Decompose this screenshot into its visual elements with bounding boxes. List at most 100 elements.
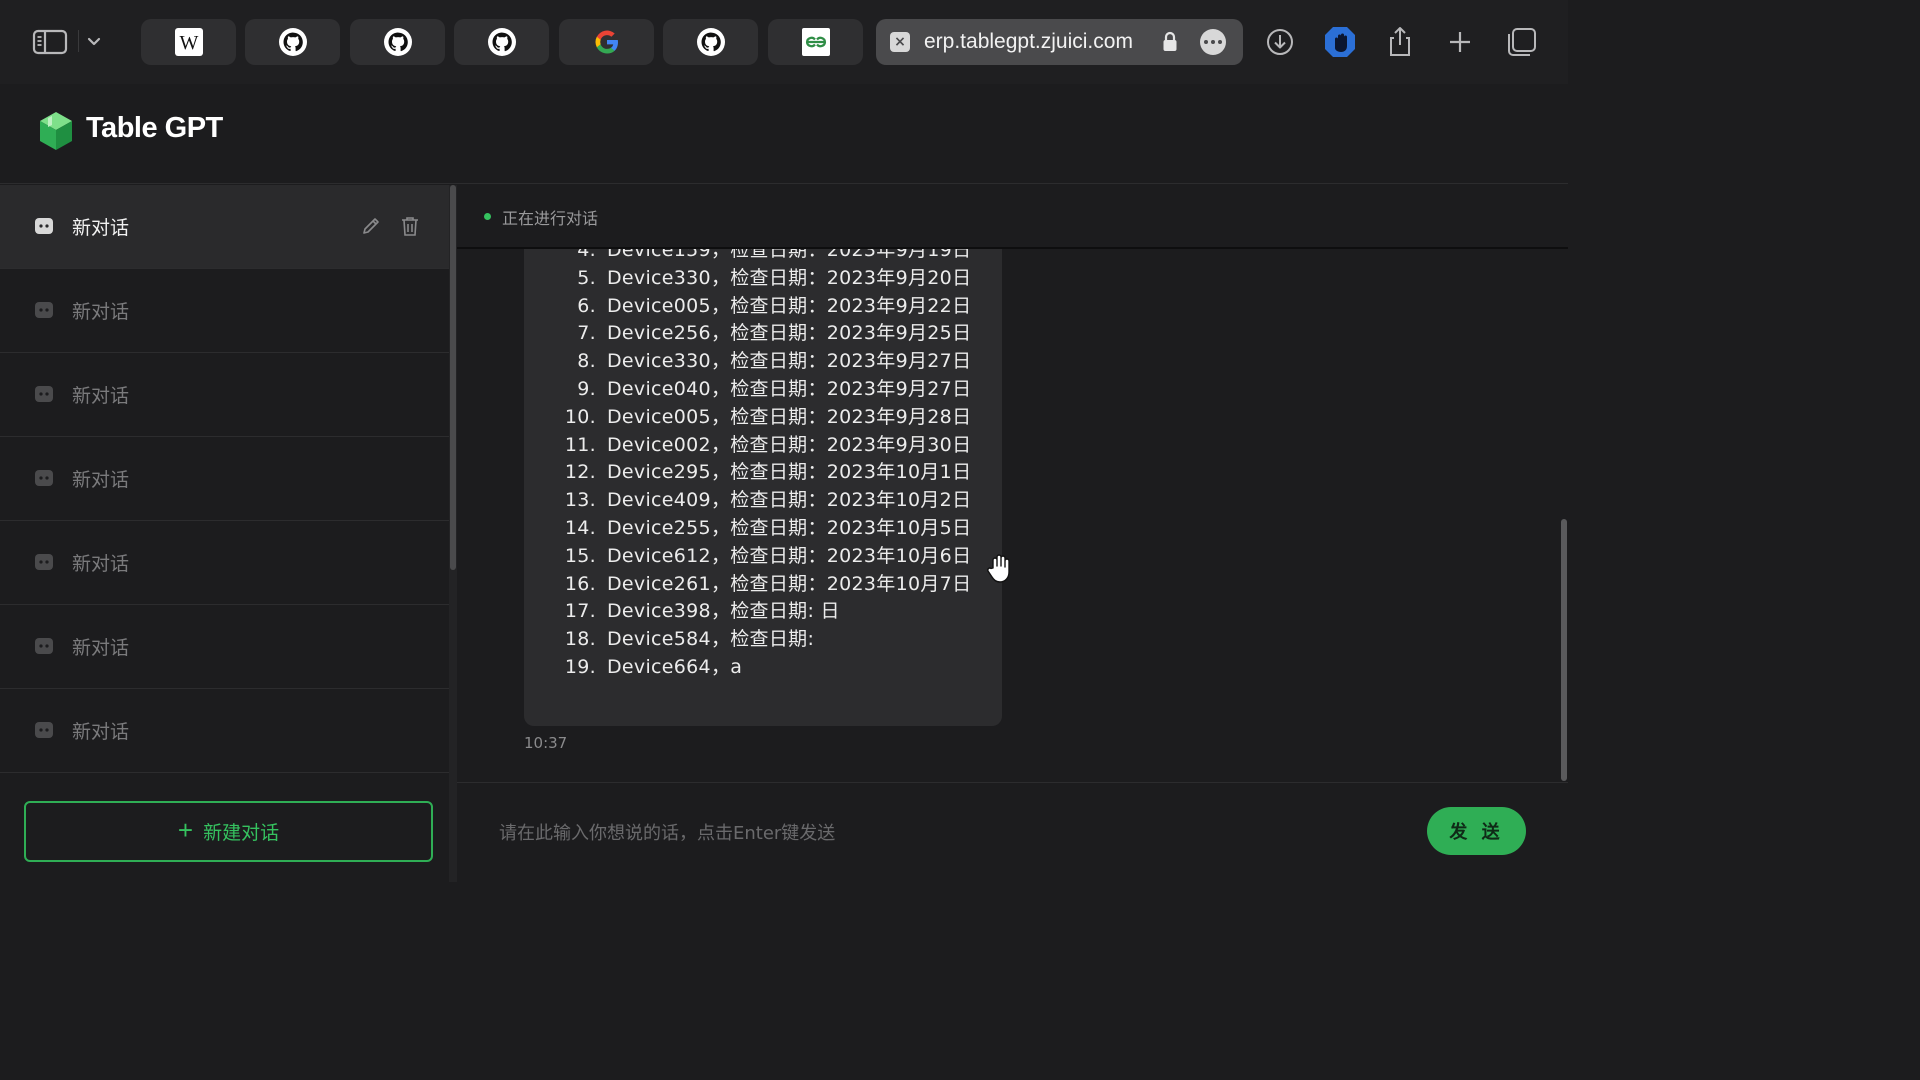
github-tab-4[interactable] (663, 19, 758, 65)
message-list-item: 12. Device295，检查日期：2023年10月1日 (524, 459, 1002, 487)
message-list-item: 4. Device159，检查日期：2023年9月19日 (524, 249, 1002, 265)
extension-hand-icon[interactable] (1322, 24, 1358, 60)
address-url[interactable]: erp.tablegpt.zjuici.com (924, 30, 1133, 54)
google-tab[interactable] (559, 19, 654, 65)
message-list-item: 16. Device261，检查日期：2023年10月7日 (524, 571, 1002, 599)
list-item-number: 4. (577, 249, 596, 261)
sidebar-toggle-icon[interactable] (30, 26, 70, 58)
status-text: 正在进行对话 (502, 209, 599, 228)
plus-icon: + (177, 815, 194, 845)
conversation-label: 新对话 (72, 385, 130, 407)
message-list-item: 17. Device398，检查日期: 日 (524, 598, 1002, 626)
list-item-text: Device002，检查日期：2023年9月30日 (607, 433, 972, 456)
conversation-item[interactable]: 新对话 (0, 353, 449, 437)
share-icon[interactable] (1382, 24, 1418, 60)
message-list-item: 6. Device005，检查日期：2023年9月22日 (524, 293, 1002, 321)
address-bar[interactable]: × erp.tablegpt.zjuici.com (876, 19, 1243, 65)
chat-message-input[interactable] (499, 813, 1399, 853)
chat-input-area: 发 送 (457, 782, 1568, 882)
list-item-number: 14. (564, 516, 596, 539)
list-item-text: Device398，检查日期: 日 (607, 600, 840, 623)
chat-bot-icon (35, 218, 53, 234)
conversation-item[interactable]: 新对话 (0, 689, 449, 773)
chat-scrollbar[interactable] (1559, 249, 1568, 782)
conversation-item[interactable]: 新对话 (0, 437, 449, 521)
chat-bot-icon (35, 638, 53, 654)
conversation-label: 新对话 (72, 721, 130, 743)
message-list-item: 8. Device330，检查日期：2023年9月27日 (524, 348, 1002, 376)
geeksforgeeks-tab[interactable] (768, 19, 863, 65)
download-icon[interactable] (1262, 24, 1298, 60)
list-item-text: Device255，检查日期：2023年10月5日 (607, 516, 972, 539)
github-tab-1[interactable] (245, 19, 340, 65)
list-item-number: 9. (577, 377, 596, 400)
assistant-message-bubble: 4. Device159，检查日期：2023年9月19日 5. Device330，检… (524, 249, 1002, 726)
new-conversation-button[interactable]: + 新建对话 (24, 801, 433, 862)
list-item-text: Device409，检查日期：2023年10月2日 (607, 489, 972, 512)
edit-pencil-icon[interactable] (360, 215, 382, 237)
github-icon (487, 28, 516, 56)
conversation-status-bar: 正在进行对话 (457, 185, 1568, 249)
list-item-text: Device295，检查日期：2023年10月1日 (607, 461, 972, 484)
hand-cursor-icon (987, 554, 1010, 583)
message-ordered-list: 4. Device159，检查日期：2023年9月19日 5. Device330，检… (524, 249, 1002, 682)
close-tab-icon[interactable]: × (890, 32, 910, 52)
trash-icon[interactable] (400, 215, 420, 237)
send-button[interactable]: 发 送 (1427, 807, 1526, 855)
conversation-label: 新对话 (72, 469, 130, 491)
conversation-label: 新对话 (72, 553, 130, 575)
more-options-icon[interactable] (1200, 29, 1226, 55)
list-item-number: 8. (577, 350, 596, 373)
list-item-text: Device005，检查日期：2023年9月22日 (607, 294, 972, 317)
conversation-item[interactable]: 新对话 (0, 269, 449, 353)
chat-bot-icon (35, 722, 53, 738)
sidebar-scroll-thumb[interactable] (450, 185, 456, 570)
conversation-item[interactable]: 新对话 (0, 605, 449, 689)
message-list-item: 19. Device664，a (524, 654, 1002, 682)
message-list[interactable]: 4. Device159，检查日期：2023年9月19日 5. Device330，检… (457, 249, 1568, 782)
list-item-text: Device584，检查日期: (607, 628, 815, 651)
tab-overview-icon[interactable] (1503, 24, 1539, 60)
app-logo-text: Table GPT (86, 112, 223, 144)
message-list-item: 10. Device005，检查日期：2023年9月28日 (524, 404, 1002, 432)
conversation-label: 新对话 (72, 637, 130, 659)
list-item-number: 11. (564, 433, 596, 456)
list-item-text: Device005，检查日期：2023年9月28日 (607, 405, 972, 428)
wikipedia-tab[interactable]: W (141, 19, 236, 65)
chat-bot-icon (35, 470, 53, 486)
message-list-item: 11. Device002，检查日期：2023年9月30日 (524, 432, 1002, 460)
message-list-item: 15. Device612，检查日期：2023年10月6日 (524, 543, 1002, 571)
message-list-item: 18. Device584，检查日期: (524, 626, 1002, 654)
chat-scroll-thumb[interactable] (1561, 519, 1567, 781)
lock-icon (1163, 31, 1177, 51)
new-tab-plus-icon[interactable] (1442, 24, 1478, 60)
chat-bot-icon (35, 386, 53, 402)
tablegpt-logo-icon (40, 112, 72, 150)
conversation-item-active[interactable]: 新对话 (0, 185, 449, 269)
app-header: Table GPT (0, 84, 1568, 184)
conversation-item[interactable]: 新对话 (0, 521, 449, 605)
list-item-text: Device040，检查日期：2023年9月27日 (607, 377, 972, 400)
github-tab-2[interactable] (350, 19, 445, 65)
list-item-number: 6. (577, 294, 596, 317)
message-list-item: 9. Device040，检查日期：2023年9月27日 (524, 376, 1002, 404)
chat-panel: 正在进行对话 4. Device159，检查日期：2023年9月19日 5. Devi… (457, 185, 1568, 882)
google-icon (595, 30, 618, 54)
github-icon (278, 28, 307, 56)
message-list-item: 7. Device256，检查日期：2023年9月25日 (524, 320, 1002, 348)
message-list-item: 14. Device255，检查日期：2023年10月5日 (524, 515, 1002, 543)
conversation-label: 新对话 (72, 301, 130, 323)
status-dot-icon (484, 213, 491, 220)
message-list-item: 13. Device409，检查日期：2023年10月2日 (524, 487, 1002, 515)
list-item-number: 18. (564, 628, 596, 651)
list-item-number: 17. (564, 600, 596, 623)
sidebar-scrollbar[interactable] (449, 185, 457, 882)
chat-bot-icon (35, 554, 53, 570)
github-tab-3[interactable] (454, 19, 549, 65)
list-item-number: 10. (564, 405, 596, 428)
chevron-down-icon[interactable] (84, 30, 104, 54)
list-item-text: Device612，检查日期：2023年10月6日 (607, 544, 972, 567)
list-item-number: 15. (564, 544, 596, 567)
list-item-text: Device261，检查日期：2023年10月7日 (607, 572, 972, 595)
new-conversation-label: 新建对话 (203, 823, 280, 844)
